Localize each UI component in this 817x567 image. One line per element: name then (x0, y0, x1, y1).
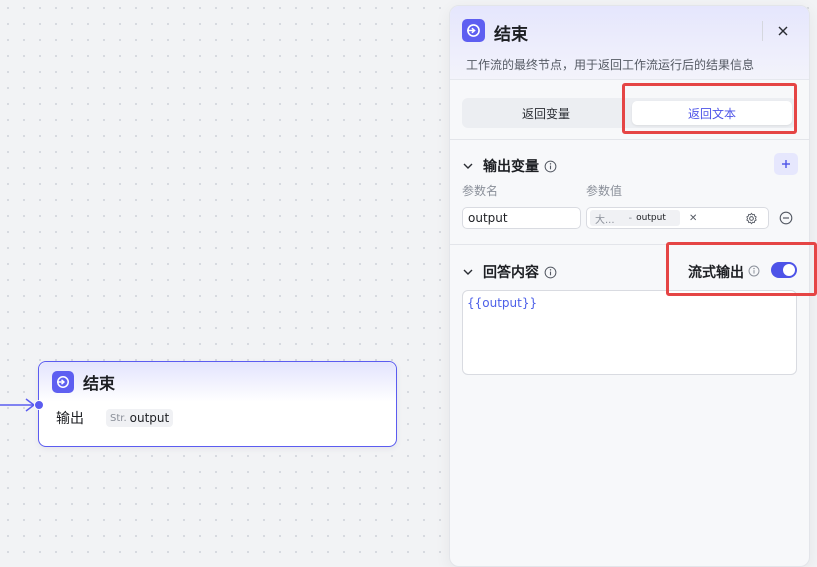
header-divider (762, 21, 763, 41)
value-name: output (636, 213, 666, 223)
node-output-row: 输出 Str. output (39, 402, 396, 428)
divider (450, 244, 809, 245)
toggle-knob (783, 264, 795, 276)
output-section-header[interactable]: 输出变量 (462, 156, 557, 176)
minus-circle-icon[interactable] (779, 211, 793, 225)
column-param-name: 参数名 (462, 184, 499, 198)
add-variable-button[interactable] (774, 153, 798, 175)
output-section-title: 输出变量 (483, 159, 539, 175)
chevron-down-icon (463, 269, 473, 275)
param-name-input[interactable] (462, 207, 581, 229)
close-icon (778, 26, 788, 36)
gear-icon[interactable] (745, 212, 758, 225)
chevron-down-icon (463, 163, 473, 169)
node-title: 结束 (83, 374, 116, 393)
clear-value-icon[interactable]: ✕ (689, 213, 697, 224)
param-value-select[interactable]: 大... - output ✕ (586, 207, 769, 229)
mode-tabs: 返回变量 返回文本 (462, 98, 796, 128)
info-icon (748, 265, 760, 277)
input-handle[interactable] (34, 400, 44, 410)
node-config-panel: 结束 工作流的最终节点，用于返回工作流运行后的结果信息 返回变量 返回文本 输出… (449, 5, 810, 567)
stream-output-label: 流式输出 (688, 265, 744, 281)
close-button[interactable] (772, 20, 794, 42)
divider (450, 139, 809, 140)
stream-output-toggle[interactable] (771, 262, 797, 278)
end-node[interactable]: 结束 输出 Str. output (34, 361, 397, 447)
panel-title: 结束 (494, 25, 528, 45)
value-separator: - (628, 212, 633, 224)
column-param-value: 参数值 (586, 184, 623, 198)
value-source: 大... (595, 214, 615, 226)
tab-return-variable[interactable]: 返回变量 (462, 98, 630, 128)
tab-return-text[interactable]: 返回文本 (632, 101, 792, 125)
node-output-tag: Str. output (106, 409, 174, 427)
exit-node-icon (462, 19, 485, 42)
node-header: 结束 (39, 362, 396, 402)
info-icon (544, 266, 557, 278)
answer-section-header[interactable]: 回答内容 (462, 262, 557, 282)
node-output-label: 输出 (56, 411, 84, 427)
value-reference-chip: 大... - output (590, 210, 680, 226)
panel-description: 工作流的最终节点，用于返回工作流运行后的结果信息 (466, 58, 755, 72)
exit-node-icon (52, 371, 74, 393)
answer-content-editor[interactable]: {{output}} (462, 290, 797, 375)
output-type: Str. (110, 412, 127, 424)
plus-icon (782, 160, 790, 168)
output-name: output (129, 411, 170, 425)
answer-section-title: 回答内容 (483, 265, 539, 281)
panel-header: 结束 工作流的最终节点，用于返回工作流运行后的结果信息 (450, 6, 809, 80)
info-icon (544, 160, 557, 172)
